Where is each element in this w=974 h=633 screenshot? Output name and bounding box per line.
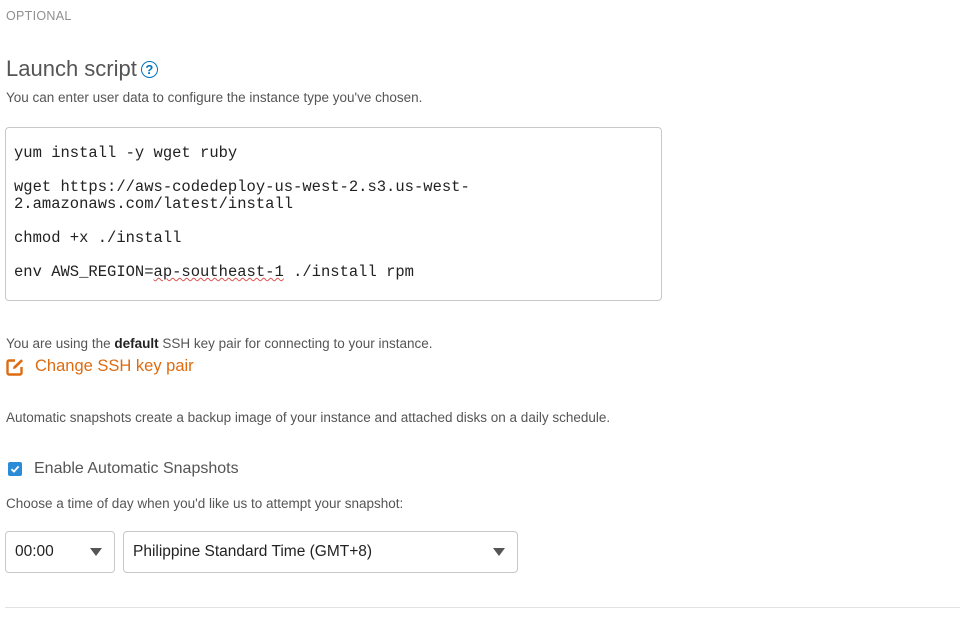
script-line: env AWS_REGION= [14, 263, 154, 281]
chevron-down-icon [493, 548, 505, 556]
ssh-text-before: You are using the [6, 336, 115, 351]
launch-options-panel: OPTIONAL Launch script ? You can enter u… [0, 0, 974, 633]
launch-script-content[interactable]: yum install -y wget ruby wget https://aw… [6, 128, 661, 281]
enable-snapshots-checkbox[interactable] [8, 462, 22, 476]
launch-script-textarea[interactable]: yum install -y wget ruby wget https://aw… [5, 127, 662, 301]
script-line: yum install -y wget ruby [14, 144, 238, 162]
change-ssh-key-label[interactable]: Change SSH key pair [35, 357, 194, 376]
timezone-value: Philippine Standard Time (GMT+8) [133, 543, 373, 560]
snapshot-time-prompt: Choose a time of day when you'd like us … [6, 496, 404, 511]
enable-snapshots-checkbox-row[interactable]: Enable Automatic Snapshots [8, 460, 239, 478]
script-line: 2.amazonaws.com/latest/install [14, 195, 294, 213]
chevron-down-icon [90, 548, 102, 556]
enable-snapshots-label[interactable]: Enable Automatic Snapshots [34, 460, 239, 478]
script-line: ./install rpm [283, 263, 414, 281]
timezone-select[interactable]: Philippine Standard Time (GMT+8) [123, 531, 518, 573]
ssh-key-info: You are using the default SSH key pair f… [6, 336, 433, 351]
help-icon[interactable]: ? [140, 60, 158, 78]
ssh-text-after: SSH key pair for connecting to your inst… [158, 336, 433, 351]
section-divider [5, 607, 960, 608]
change-ssh-key-link[interactable]: Change SSH key pair [6, 357, 194, 376]
spellcheck-word: ap-southeast-1 [153, 263, 284, 281]
ssh-text-bold: default [114, 336, 159, 351]
script-line: chmod +x ./install [14, 229, 182, 247]
script-line: wget https://aws-codedeploy-us-west-2.s3… [14, 178, 470, 196]
snapshot-time-value: 00:00 [15, 543, 54, 560]
launch-script-title: Launch script [6, 56, 137, 81]
launch-script-heading: Launch script ? [6, 56, 158, 82]
edit-icon [6, 358, 23, 376]
snapshot-time-select[interactable]: 00:00 [5, 531, 115, 573]
launch-script-description: You can enter user data to configure the… [6, 90, 423, 105]
check-icon [10, 465, 20, 473]
optional-label: OPTIONAL [6, 9, 72, 23]
snapshot-description: Automatic snapshots create a backup imag… [6, 410, 611, 425]
